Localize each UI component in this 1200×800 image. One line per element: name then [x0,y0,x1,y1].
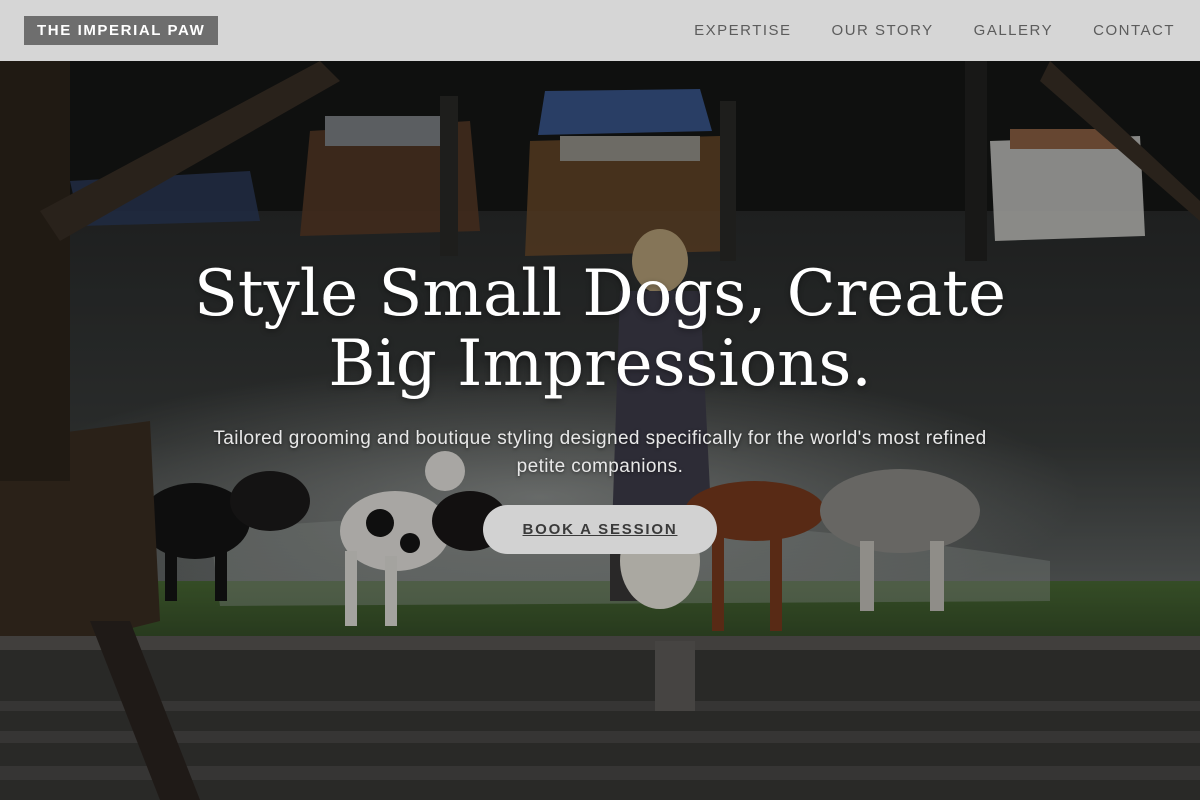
nav-link-expertise[interactable]: EXPERTISE [694,22,791,40]
hero-section: Style Small Dogs, Create Big Impressions… [0,61,1200,800]
hero-content: Style Small Dogs, Create Big Impressions… [0,259,1200,554]
nav-link-our-story[interactable]: OUR STORY [832,22,934,40]
main-nav: EXPERTISE OUR STORY GALLERY CONTACT [694,22,1175,40]
site-header: THE IMPERIAL PAW EXPERTISE OUR STORY GAL… [0,0,1200,61]
nav-link-contact[interactable]: CONTACT [1093,22,1175,40]
brand-logo[interactable]: THE IMPERIAL PAW [24,16,219,45]
hero-subheading: Tailored grooming and boutique styling d… [213,428,987,477]
book-session-button[interactable]: BOOK A SESSION [482,505,718,554]
hero-headline: Style Small Dogs, Create Big Impressions… [194,257,1006,401]
nav-link-gallery[interactable]: GALLERY [974,22,1053,40]
